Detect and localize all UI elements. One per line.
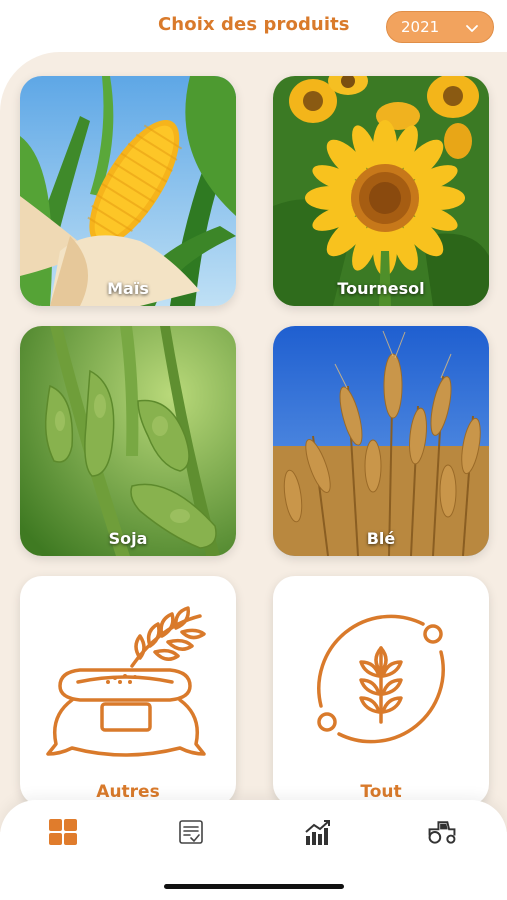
wheat-image [273, 326, 489, 556]
wheat-cycle-icon [317, 614, 445, 744]
checklist-icon [179, 820, 203, 844]
soybean-image [20, 326, 236, 556]
sunflower-image [273, 76, 489, 306]
product-label: Tout [360, 782, 402, 802]
product-card-tournesol[interactable]: Tournesol [273, 76, 489, 306]
grain-sack-icon [46, 606, 206, 757]
nav-item-checklist[interactable] [175, 816, 207, 848]
product-label: Blé [366, 529, 396, 548]
product-card-mais[interactable]: Maïs [20, 76, 236, 306]
home-indicator [164, 884, 344, 889]
nav-item-dashboard[interactable] [47, 816, 79, 848]
year-select-value: 2021 [401, 18, 440, 36]
product-label: Tournesol [337, 279, 425, 298]
screen: Choix des produits 2021 Maïs Tournesol S… [0, 0, 507, 900]
page-title: Choix des produits [158, 14, 350, 35]
product-card-autres[interactable]: Autres [20, 576, 236, 806]
tractor-icon [428, 821, 456, 844]
product-card-ble[interactable]: Blé [273, 326, 489, 556]
corn-image [20, 76, 236, 306]
grid-icon [49, 819, 77, 845]
product-label: Autres [96, 782, 160, 802]
product-card-soja[interactable]: Soja [20, 326, 236, 556]
header: Choix des produits 2021 [0, 0, 507, 56]
product-card-tout[interactable]: Tout [273, 576, 489, 806]
year-select[interactable]: 2021 [386, 11, 494, 43]
product-label: Maïs [107, 279, 149, 298]
product-label: Soja [108, 529, 148, 548]
chevron-down-icon [466, 25, 478, 32]
chart-icon [305, 820, 330, 845]
nav-item-stats[interactable] [302, 816, 334, 848]
nav-item-equipment[interactable] [426, 816, 458, 848]
